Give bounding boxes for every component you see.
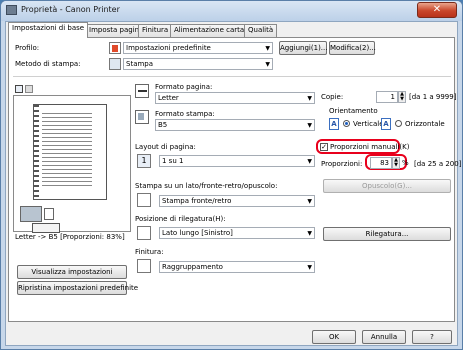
scaling-unit: % (402, 159, 409, 167)
portrait-radio[interactable] (343, 120, 350, 127)
print-style-dropdown[interactable]: Stampa fronte/retro ▼ (159, 195, 315, 207)
layout-icon: 1 (137, 154, 151, 168)
close-button[interactable]: ✕ (417, 2, 457, 18)
manual-scaling-checkbox[interactable]: ✓ (320, 143, 328, 151)
landscape-label: Orizzontale (405, 120, 445, 128)
page-layout-dropdown[interactable]: 1 su 1 ▼ (159, 155, 315, 167)
ok-button[interactable]: OK (312, 330, 356, 344)
window-title: Proprietà - Canon Printer (21, 5, 120, 14)
printer-icon (6, 5, 17, 15)
duplex-print-icon (137, 193, 151, 207)
tab-quality[interactable]: Qualità (244, 24, 278, 37)
chevron-down-icon: ▼ (307, 198, 312, 205)
page-layout-label: Layout di pagina: (135, 143, 196, 151)
preview-caption: Letter -> B5 [Proporzioni: 83%] (15, 233, 125, 241)
scaling-stepper[interactable]: ▲ ▼ (392, 157, 400, 169)
print-style-value: Stampa fronte/retro (162, 197, 232, 205)
preview-page-icon[interactable] (15, 85, 23, 93)
copies-label: Copie: (321, 93, 344, 101)
print-icon (109, 58, 121, 70)
modify-profile-button[interactable]: Modifica(2)... (329, 41, 376, 55)
page-size-icon (135, 84, 149, 98)
add-profile-button[interactable]: Aggiungi(1)... (279, 41, 327, 55)
portrait-label: Verticale (353, 120, 384, 128)
restore-defaults-button[interactable]: Ripristina impostazioni predefinite (17, 281, 138, 295)
preview-printer-icon[interactable] (25, 85, 33, 93)
landscape-radio[interactable] (395, 120, 402, 127)
finishing-value: Raggruppamento (162, 263, 223, 271)
stack-icon (20, 206, 42, 222)
profile-value: Impostazioni predefinite (126, 44, 211, 52)
landscape-icon: A (381, 118, 391, 130)
divider (13, 76, 451, 77)
preview-area (13, 95, 131, 233)
output-method-label: Metodo di stampa: (15, 60, 81, 68)
page-size-dropdown[interactable]: Letter ▼ (155, 92, 315, 104)
page-size-label: Formato pagina: (155, 83, 213, 91)
binding-button[interactable]: Rilegatura... (323, 227, 451, 241)
chevron-down-icon: ▼ (307, 122, 312, 129)
scaling-label: Proporzioni: (321, 160, 363, 168)
finishing-dropdown[interactable]: Raggruppamento ▼ (159, 261, 315, 273)
chevron-down-icon: ▼ (307, 95, 312, 102)
duplex-icon (32, 223, 60, 233)
booklet-button[interactable]: Opuscolo(G)... (323, 179, 451, 193)
portrait-icon: A (329, 118, 339, 130)
output-size-dropdown[interactable]: B5 ▼ (155, 119, 315, 131)
copies-stepper[interactable]: ▲ ▼ (398, 91, 406, 103)
copies-range: [da 1 a 9999] (409, 93, 457, 101)
finishing-label: Finitura: (135, 248, 164, 256)
tab-basic-settings[interactable]: Impostazioni di base (8, 22, 89, 38)
printer-properties-window: Proprietà - Canon Printer ✕ Impostazioni… (0, 0, 463, 350)
page-layout-value: 1 su 1 (162, 157, 184, 165)
scaling-range: [da 25 a 200] (414, 160, 462, 168)
profile-icon (109, 42, 121, 54)
profile-dropdown[interactable]: Impostazioni predefinite ▼ (123, 42, 273, 54)
page-size-value: Letter (158, 94, 179, 102)
chevron-down-icon: ▼ (265, 45, 270, 52)
output-size-value: B5 (158, 121, 168, 129)
view-settings-button[interactable]: Visualizza impostazioni (17, 265, 127, 279)
collate-icon (137, 259, 151, 273)
document-icon (44, 208, 54, 220)
tab-finishing[interactable]: Finitura (138, 24, 173, 37)
chevron-down-icon: ▼ (307, 158, 312, 165)
preview-page (33, 104, 107, 200)
binding-icon (137, 226, 151, 240)
copies-input[interactable]: 1 (376, 91, 398, 103)
print-style-label: Stampa su un lato/fronte-retro/opuscolo: (135, 182, 278, 190)
basic-settings-panel: Profilo: Impostazioni predefinite ▼ Aggiu… (8, 37, 461, 322)
cancel-button[interactable]: Annulla (362, 330, 406, 344)
output-size-label: Formato stampa: (155, 110, 215, 118)
scaling-input[interactable]: 83 (370, 157, 392, 169)
chevron-down-icon: ▼ (265, 61, 270, 68)
orientation-label: Orientamento (329, 107, 378, 115)
output-method-dropdown[interactable]: Stampa ▼ (123, 58, 273, 70)
help-button[interactable]: ? (412, 330, 452, 344)
chevron-down-icon: ▼ (307, 264, 312, 271)
title-bar: Proprietà - Canon Printer ✕ (1, 1, 462, 21)
output-method-value: Stampa (126, 60, 154, 68)
chevron-down-icon: ▼ (307, 230, 312, 237)
tab-paper-source[interactable]: Alimentazione carta (170, 24, 249, 37)
binding-location-value: Lato lungo [Sinistro] (162, 229, 233, 237)
profile-label: Profilo: (15, 44, 40, 52)
manual-scaling-label: Proporzioni manuali(K) (330, 143, 410, 151)
dialog-client: Impostazioni di base Imposta pagina Fini… (5, 21, 461, 346)
output-size-icon (135, 110, 149, 124)
binding-location-label: Posizione di rilegatura(H): (135, 215, 226, 223)
binding-location-dropdown[interactable]: Lato lungo [Sinistro] ▼ (159, 227, 315, 239)
